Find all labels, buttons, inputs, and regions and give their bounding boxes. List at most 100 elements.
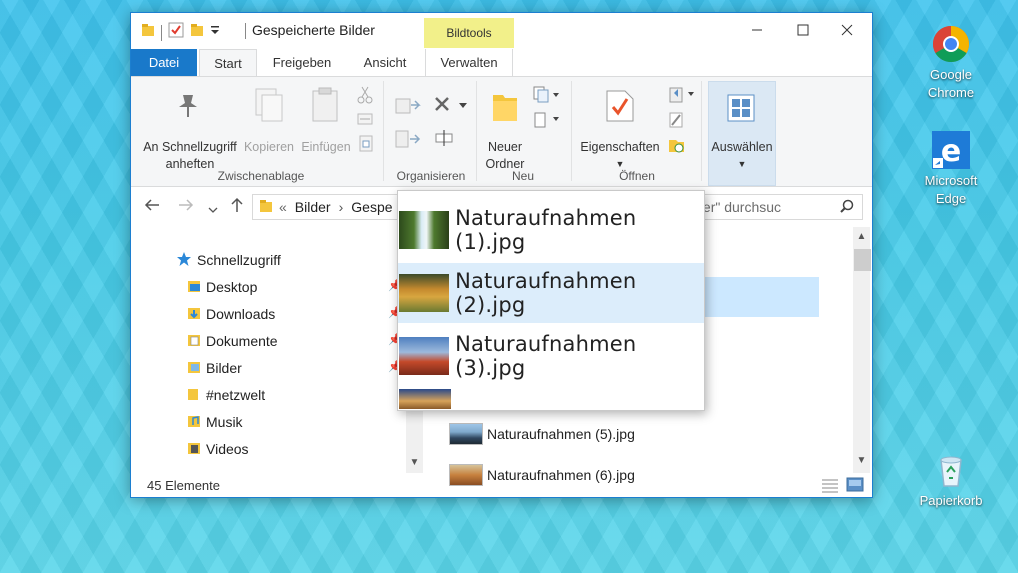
- popup-item-partial[interactable]: [398, 389, 704, 410]
- copy-button[interactable]: Kopieren: [241, 139, 297, 156]
- cut-icon[interactable]: [357, 86, 373, 109]
- breadcrumb-current[interactable]: Gespe: [351, 199, 392, 215]
- copy-path-icon[interactable]: [357, 111, 373, 132]
- close-icon: [841, 24, 853, 36]
- nav-item-label: Musik: [206, 414, 243, 430]
- nav-item-videos[interactable]: Videos: [187, 438, 249, 460]
- pictures-folder-icon: [187, 360, 201, 377]
- history-icon[interactable]: [668, 136, 686, 159]
- move-to-icon[interactable]: [395, 95, 421, 120]
- easy-access-icon[interactable]: [532, 111, 560, 134]
- list-item[interactable]: Naturaufnahmen (5).jpg: [449, 423, 635, 445]
- scroll-down-icon[interactable]: ▼: [406, 457, 423, 468]
- nav-item-schnellzugriff[interactable]: Schnellzugriff: [176, 249, 281, 271]
- copy-to-icon[interactable]: [395, 129, 421, 154]
- drag-preview-popup: Naturaufnahmen (1).jpg Naturaufnahmen (2…: [397, 190, 705, 411]
- tab-verwalten[interactable]: Verwalten: [425, 49, 513, 76]
- new-folder-icon: [491, 89, 519, 128]
- recent-locations-chevron-icon[interactable]: [208, 200, 218, 220]
- tab-start[interactable]: Start: [199, 49, 257, 76]
- recycle-bin-icon: [931, 450, 971, 490]
- navigation-pane: Schnellzugriff Desktop 📌 Downloads 📌 Dok…: [131, 227, 425, 473]
- nav-item-dokumente[interactable]: Dokumente: [187, 330, 278, 352]
- search-icon[interactable]: [840, 199, 854, 216]
- edge-icon: e: [931, 130, 971, 170]
- button-label: Auswählen: [711, 140, 773, 154]
- autumn-forest-thumbnail: [399, 274, 450, 312]
- close-button[interactable]: [824, 13, 870, 47]
- nav-item-label: Downloads: [206, 306, 276, 322]
- details-view-icon[interactable]: [821, 477, 839, 496]
- nav-item-downloads[interactable]: Downloads: [187, 303, 275, 325]
- ribbon: An Schnellzugriff anheften Kopieren Einf…: [131, 76, 872, 187]
- nav-item-desktop[interactable]: Desktop: [187, 276, 257, 298]
- open-icon[interactable]: [668, 85, 696, 108]
- up-arrow-icon[interactable]: [229, 197, 245, 218]
- customize-dropdown-icon[interactable]: [210, 23, 220, 42]
- large-icons-view-icon[interactable]: [846, 477, 864, 496]
- new-folder-icon[interactable]: [190, 23, 204, 42]
- forward-arrow-icon[interactable]: [178, 197, 194, 218]
- nav-item-label: #netzwelt: [206, 387, 266, 403]
- group-label-oeffnen: Öffnen: [619, 169, 655, 183]
- new-item-icon[interactable]: [532, 85, 560, 108]
- nav-item-bilder[interactable]: Bilder: [187, 357, 242, 379]
- rename-icon[interactable]: [435, 129, 453, 152]
- pin-to-quick-access-button[interactable]: An Schnellzugriff anheften: [137, 139, 243, 173]
- videos-folder-icon: [187, 441, 201, 458]
- paste-shortcut-icon[interactable]: [359, 134, 373, 157]
- properties-check-icon[interactable]: [168, 22, 184, 43]
- group-separator: [383, 81, 384, 181]
- back-arrow-icon[interactable]: [144, 197, 160, 218]
- delete-icon[interactable]: [435, 97, 469, 118]
- tab-datei[interactable]: Datei: [131, 49, 197, 76]
- overflow-chevron[interactable]: «: [279, 199, 287, 215]
- new-folder-button[interactable]: Neuer Ordner: [480, 139, 530, 173]
- nav-item-netzwelt[interactable]: #netzwelt: [187, 384, 265, 406]
- maximize-button[interactable]: [780, 13, 826, 47]
- popup-item[interactable]: Naturaufnahmen (3).jpg: [398, 326, 704, 386]
- group-label-organisieren: Organisieren: [396, 169, 466, 183]
- waterfall-thumbnail: [399, 211, 450, 249]
- separator: [161, 24, 162, 41]
- desktop-icon-edge[interactable]: e Microsoft Edge: [911, 130, 991, 208]
- scrollbar-thumb[interactable]: [854, 249, 871, 271]
- image-thumbnail: [449, 423, 483, 445]
- desktop-icon-recycle-bin[interactable]: Papierkorb: [911, 450, 991, 510]
- status-bar: 45 Elemente: [131, 475, 872, 499]
- breadcrumb-bilder[interactable]: Bilder: [295, 199, 331, 215]
- star-icon: [176, 251, 192, 270]
- folder-icon: [187, 387, 201, 404]
- chevron-down-icon: ▼: [737, 159, 747, 169]
- nav-item-label: Schnellzugriff: [197, 252, 281, 268]
- tab-freigeben[interactable]: Freigeben: [262, 49, 342, 76]
- popup-item-highlighted[interactable]: Naturaufnahmen (2).jpg: [398, 263, 704, 323]
- tab-ansicht[interactable]: Ansicht: [345, 49, 425, 76]
- select-label: Auswählen ▼: [708, 139, 776, 173]
- scroll-up-icon[interactable]: ▲: [853, 231, 870, 242]
- button-label: An Schnellzugriff: [143, 140, 237, 154]
- edit-icon[interactable]: [668, 111, 686, 134]
- minimize-icon: [752, 29, 762, 31]
- documents-folder-icon: [187, 333, 201, 350]
- desktop-icon-label: Microsoft: [924, 173, 978, 188]
- nav-item-musik[interactable]: Musik: [187, 411, 243, 433]
- breadcrumb-separator[interactable]: ›: [339, 199, 344, 215]
- quick-access-toolbar: [141, 22, 220, 43]
- ribbon-tabs: Datei Start Freigeben Ansicht Verwalten …: [131, 49, 872, 107]
- minimize-button[interactable]: [734, 13, 780, 47]
- context-tab-group-bildtools: Bildtools: [424, 18, 514, 48]
- downloads-folder-icon: [187, 306, 201, 323]
- desktop-icon-chrome[interactable]: Google Chrome: [911, 24, 991, 102]
- scroll-down-icon[interactable]: ▼: [853, 455, 870, 466]
- folder-icon: [141, 23, 155, 42]
- paste-button[interactable]: Einfügen: [298, 139, 354, 156]
- nav-item-label: Bilder: [206, 360, 242, 376]
- canyon-thumbnail: [399, 389, 451, 409]
- desktop-folder-icon: [187, 279, 201, 296]
- properties-button[interactable]: Eigenschaften ▼: [575, 139, 665, 173]
- window-title: Gespeicherte Bilder: [252, 22, 375, 38]
- popup-item[interactable]: Naturaufnahmen (1).jpg: [398, 200, 704, 260]
- desktop-icon-label: Papierkorb: [919, 493, 983, 508]
- popup-item-name: Naturaufnahmen (1).jpg: [455, 206, 637, 254]
